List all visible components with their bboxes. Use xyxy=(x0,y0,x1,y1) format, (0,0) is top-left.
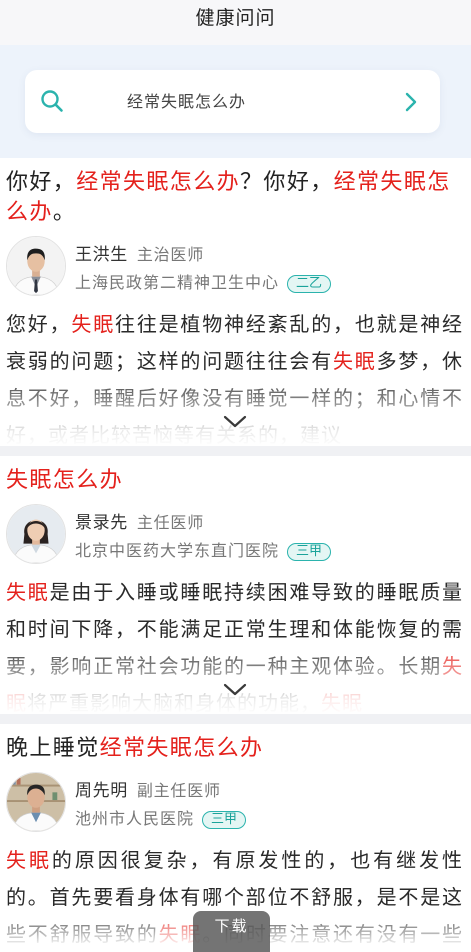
doctor-name-row: 王洪生 主治医师 xyxy=(75,242,331,268)
download-button[interactable]: 下载 xyxy=(193,911,270,952)
title-keyword: 失眠怎么办 xyxy=(6,468,124,493)
excerpt-text: 您好， xyxy=(6,312,72,336)
excerpt-text: 些不舒服导致的 xyxy=(6,922,159,946)
excerpt-text: 是由于入睡或睡眠持续困难导致的睡眠质量 xyxy=(49,580,463,604)
answer-excerpt[interactable]: 失眠是由于入睡或睡眠持续困难导致的睡眠质量 和时间下降，不能满足正常生理和体能恢复… xyxy=(6,574,463,714)
hospital-name: 上海民政第二精神卫生中心 xyxy=(75,273,280,292)
doctor-info: 景录先 主任医师 北京中医药大学东直门医院 三甲 xyxy=(75,504,332,564)
title-text: 晚上睡觉 xyxy=(6,736,100,761)
excerpt-line: 失眠是由于入睡或睡眠持续困难导致的睡眠质量 xyxy=(6,574,463,611)
excerpt-line: 衰弱的问题；这样的问题往往会有失眠多梦，休 xyxy=(6,343,463,380)
doctor-row[interactable]: 景录先 主任医师 北京中医药大学东直门医院 三甲 xyxy=(6,504,463,564)
doctor-title: 主治医师 xyxy=(136,245,205,264)
doctor-name-row: 景录先 主任医师 xyxy=(75,510,331,536)
hospital-row: 池州市人民医院 三甲 xyxy=(75,806,247,832)
excerpt-text: 的。首先要看身体有哪个部位不舒服，是不是这 xyxy=(6,885,463,909)
title-text: ？你好， xyxy=(240,170,334,195)
excerpt-keyword: 失眠 xyxy=(321,691,363,714)
doctor-name[interactable]: 王洪生 xyxy=(75,245,128,265)
chevron-down-icon[interactable] xyxy=(223,415,247,429)
doctor-info: 周先明 副主任医师 池州市人民医院 三甲 xyxy=(75,772,247,832)
answer-list: 你好，经常失眠怎么办？你好，经常失眠怎么办。 王洪生 主治医师 上海民政第二精神卫生中… xyxy=(0,158,471,952)
excerpt-text: 的原因很复杂，有原发性的，也有继发性 xyxy=(51,848,463,872)
search-query[interactable]: 经常失眠怎么办 xyxy=(127,70,246,133)
doctor-avatar[interactable] xyxy=(6,772,66,832)
hospital-row: 上海民政第二精神卫生中心 二乙 xyxy=(75,270,332,296)
hospital-name: 北京中医药大学东直门医院 xyxy=(75,541,280,560)
excerpt-text: 衰弱的问题；这样的问题往往会有 xyxy=(6,349,333,373)
excerpt-keyword: 眠 xyxy=(6,691,27,714)
excerpt-text: 要，影响正常社会功能的一种主观体验。长期 xyxy=(6,654,442,678)
hospital-name: 池州市人民医院 xyxy=(75,809,195,828)
hospital-level-badge: 二乙 xyxy=(287,274,332,293)
excerpt-keyword: 失眠 xyxy=(333,349,377,373)
doctor-row[interactable]: 王洪生 主治医师 上海民政第二精神卫生中心 二乙 xyxy=(6,236,463,296)
doctor-title: 主任医师 xyxy=(136,513,205,532)
excerpt-text: 好，或者比较苦恼等有关系的，建议 xyxy=(6,423,342,446)
search-section: 经常失眠怎么办 xyxy=(0,45,471,158)
title-keyword: 经常失眠怎么办 xyxy=(99,736,264,761)
top-bar: 健康问问 xyxy=(0,0,471,45)
card-title[interactable]: 你好，经常失眠怎么办？你好，经常失眠怎么办。 xyxy=(6,168,463,228)
chevron-down-icon[interactable] xyxy=(223,683,247,697)
doctor-info: 王洪生 主治医师 上海民政第二精神卫生中心 二乙 xyxy=(75,236,332,296)
card-title[interactable]: 失眠怎么办 xyxy=(6,466,463,496)
excerpt-keyword: 失眠 xyxy=(6,848,52,872)
doctor-name-row: 周先明 副主任医师 xyxy=(75,778,246,804)
excerpt-text: 多梦，休 xyxy=(376,349,463,373)
doctor-avatar[interactable] xyxy=(6,236,66,296)
card-title[interactable]: 晚上睡觉经常失眠怎么办 xyxy=(6,734,463,764)
app-screen: 健康问问 经常失眠怎么办 你好，经常失眠怎么办？你好，经常失眠怎么办。 王洪生 主治… xyxy=(0,0,471,952)
doctor-name[interactable]: 周先明 xyxy=(75,781,128,801)
hospital-level-badge: 三甲 xyxy=(202,810,247,829)
title-keyword: 经常失眠怎么办 xyxy=(76,170,241,195)
page-title: 健康问问 xyxy=(195,7,276,29)
excerpt-text: 往往是植物神经紊乱的，也就是神经 xyxy=(115,312,463,336)
excerpt-text: 和时间下降，不能满足正常生理和体能恢复的需 xyxy=(6,617,463,641)
excerpt-line: 您好，失眠往往是植物神经紊乱的，也就是神经 xyxy=(6,306,463,343)
answer-excerpt[interactable]: 您好，失眠往往是植物神经紊乱的，也就是神经 衰弱的问题；这样的问题往往会有失眠多梦… xyxy=(6,306,463,446)
title-text: 你好， xyxy=(6,170,77,195)
doctor-name[interactable]: 景录先 xyxy=(75,513,128,533)
excerpt-text: 将严重影响大脑和身体的功能， xyxy=(27,691,321,714)
chevron-right-icon[interactable] xyxy=(405,92,417,112)
title-text: 。 xyxy=(52,200,77,225)
answer-card[interactable]: 失眠怎么办 景录先 主任医师 北京中医药大学东直门医院 三甲 失眠是由于入睡或睡眠持续困难… xyxy=(0,456,471,714)
excerpt-line: 息不好，睡醒后好像没有睡觉一样的；和心情不 xyxy=(6,380,463,417)
excerpt-keyword: 失 xyxy=(442,654,463,678)
excerpt-keyword: 失眠 xyxy=(6,580,50,604)
excerpt-line: 和时间下降，不能满足正常生理和体能恢复的需 xyxy=(6,611,463,648)
hospital-row: 北京中医药大学东直门医院 三甲 xyxy=(75,538,332,564)
excerpt-line: 要，影响正常社会功能的一种主观体验。长期失 xyxy=(6,648,463,685)
doctor-title: 副主任医师 xyxy=(136,781,221,800)
excerpt-keyword: 失眠 xyxy=(71,312,116,336)
excerpt-text: 息不好，睡醒后好像没有睡觉一样的；和心情不 xyxy=(6,386,463,410)
search-icon[interactable] xyxy=(40,89,64,113)
doctor-avatar[interactable] xyxy=(6,504,66,564)
doctor-row[interactable]: 周先明 副主任医师 池州市人民医院 三甲 xyxy=(6,772,463,832)
excerpt-line: 失眠的原因很复杂，有原发性的，也有继发性 xyxy=(6,842,463,879)
answer-card[interactable]: 你好，经常失眠怎么办？你好，经常失眠怎么办。 王洪生 主治医师 上海民政第二精神卫生中… xyxy=(0,158,471,446)
search-bar[interactable]: 经常失眠怎么办 xyxy=(25,70,440,133)
hospital-level-badge: 三甲 xyxy=(287,542,332,561)
